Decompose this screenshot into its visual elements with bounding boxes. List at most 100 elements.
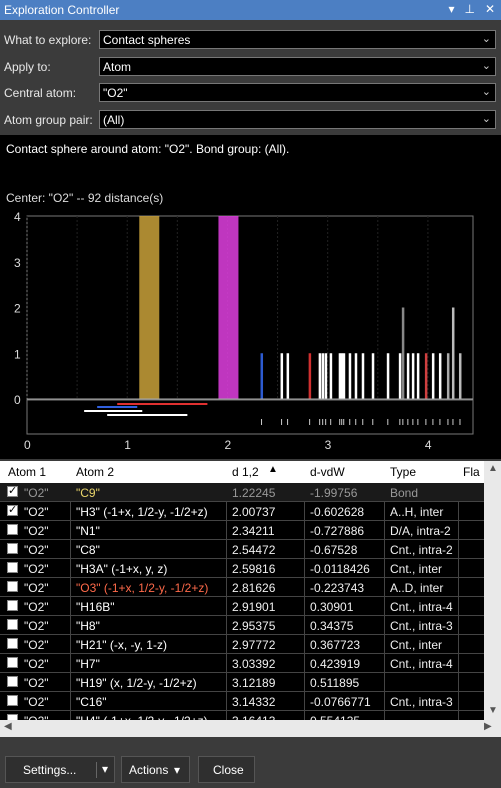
- col-flags[interactable]: Fla: [463, 465, 480, 479]
- distance-cell: 1.22245: [232, 486, 276, 500]
- histogram-bar: [329, 353, 333, 399]
- menu-dropdown-icon[interactable]: ▾: [448, 2, 454, 16]
- atom2-cell: "C8": [76, 543, 100, 557]
- table-row[interactable]: "O2" "N1" 2.34211 -0.727886 D/A, intra-2: [0, 521, 484, 540]
- plot-area: [26, 215, 474, 400]
- row-checkbox[interactable]: [7, 657, 18, 668]
- type-cell: A..H, inter: [390, 505, 444, 519]
- dvdw-cell: -0.0766771: [310, 695, 371, 709]
- what-select[interactable]: Contact spheres ⌄: [99, 30, 496, 49]
- table-row[interactable]: "O2""H4" (-1+x, 1/2-y, -1/2+z)3.164130.5…: [0, 711, 484, 720]
- range-strip: [26, 399, 474, 435]
- type-cell: Cnt., intra-4: [390, 657, 453, 671]
- table-row[interactable]: "O2" "H16B" 2.91901 0.30901 Cnt., intra-4: [0, 597, 484, 616]
- central-row: Central atom: "O2" ⌄: [0, 82, 501, 104]
- table-row[interactable]: "O2" "H3" (-1+x, 1/2-y, -1/2+z) 2.00737 -0.…: [0, 502, 484, 521]
- type-cell: Cnt., inter: [390, 562, 443, 576]
- settings-button[interactable]: Settings... ▾: [5, 756, 115, 783]
- atom2-cell: "H8": [76, 619, 100, 633]
- col-type[interactable]: Type: [390, 465, 416, 479]
- histogram-bar: [260, 353, 264, 399]
- table-row[interactable]: "O2" "C9" 1.22245 -1.99756 Bond: [0, 483, 484, 502]
- atom1-cell: "O2": [24, 524, 49, 538]
- dvdw-cell: 0.34375: [310, 619, 354, 633]
- atom2-cell: "H19" (x, 1/2-y, -1/2+z): [76, 676, 197, 690]
- distance-cell: 2.00737: [232, 505, 276, 519]
- row-checkbox[interactable]: [7, 581, 18, 592]
- row-checkbox[interactable]: [7, 676, 18, 687]
- apply-value: Atom: [103, 60, 132, 74]
- table-row[interactable]: "O2" "H19" (x, 1/2-y, -1/2+z) 3.12189 0.511…: [0, 673, 484, 692]
- settings-label: Settings...: [23, 763, 77, 777]
- row-checkbox[interactable]: [7, 562, 18, 573]
- row-checkbox[interactable]: [7, 600, 18, 611]
- x-tick-label: 2: [224, 438, 231, 452]
- actions-button[interactable]: Actions ▾: [121, 756, 190, 783]
- histogram-bar: [286, 353, 290, 399]
- row-checkbox[interactable]: [7, 638, 18, 649]
- col-d12[interactable]: d 1,2: [232, 465, 259, 479]
- col-atom1[interactable]: Atom 1: [8, 465, 46, 479]
- dvdw-cell: 0.423919: [310, 657, 361, 671]
- atom2-cell: "H3" (-1+x, 1/2-y, -1/2+z): [76, 505, 208, 519]
- table-row[interactable]: "O2" "O3" (-1+x, 1/2-y, -1/2+z) 2.81626 -0.…: [0, 578, 484, 597]
- dvdw-cell: -0.0118426: [310, 562, 370, 576]
- histogram-bar: [438, 353, 442, 399]
- row-checkbox[interactable]: [7, 503, 18, 516]
- row-checkbox[interactable]: [7, 543, 18, 554]
- group-row: Atom group pair: (All) ⌄: [0, 109, 501, 131]
- table-row[interactable]: "O2" "H7" 3.03392 0.423919 Cnt., intra-4: [0, 654, 484, 673]
- central-atom-select[interactable]: "O2" ⌄: [99, 83, 496, 102]
- row-checkbox[interactable]: [7, 484, 18, 497]
- type-cell: Cnt., inter: [390, 638, 443, 652]
- atom1-cell: "O2": [24, 638, 49, 652]
- row-checkbox[interactable]: [7, 619, 18, 630]
- table-row[interactable]: "O2" "H3A" (-1+x, y, z) 2.59816 -0.0118426 C…: [0, 559, 484, 578]
- apply-label: Apply to:: [4, 60, 51, 74]
- window-title: Exploration Controller: [4, 3, 120, 17]
- title-bar: Exploration Controller ▾ ⊥ ✕: [0, 0, 501, 20]
- atom1-cell: "O2": [24, 695, 49, 709]
- distance-cell: 3.03392: [232, 657, 276, 671]
- atom1-cell: "O2": [24, 581, 49, 595]
- histogram-bar: [361, 353, 365, 399]
- info-message: Contact sphere around atom: "O2". Bond g…: [6, 142, 290, 156]
- dvdw-cell: 0.30901: [310, 600, 354, 614]
- col-dvdw[interactable]: d-vdW: [310, 465, 345, 479]
- apply-select[interactable]: Atom ⌄: [99, 57, 496, 76]
- contact-histogram[interactable]: 0 1 2 3 4 0 1 2 3 4: [0, 205, 501, 459]
- atom2-cell: "H21" (-x, -y, 1-z): [76, 638, 167, 652]
- dvdw-cell: -1.99756: [310, 486, 358, 500]
- group-select[interactable]: (All) ⌄: [99, 110, 496, 129]
- type-cell: Cnt., intra-4: [390, 600, 453, 614]
- type-cell: Cnt., intra-3: [390, 619, 453, 633]
- row-checkbox[interactable]: [7, 695, 18, 706]
- chevron-down-icon: ⌄: [481, 113, 491, 125]
- col-atom2[interactable]: Atom 2: [76, 465, 114, 479]
- central-value: "O2": [103, 86, 128, 100]
- atom1-cell: "O2": [24, 619, 49, 633]
- pin-icon[interactable]: ⊥: [464, 2, 474, 16]
- close-button[interactable]: Close: [198, 756, 255, 783]
- y-tick-label: 3: [14, 256, 21, 270]
- histogram-bar: [401, 307, 405, 399]
- type-cell: Cnt., intra-2: [390, 543, 453, 557]
- dvdw-cell: -0.727886: [310, 524, 365, 538]
- atom1-cell: "O2": [24, 562, 49, 576]
- table-row[interactable]: "O2" "H8" 2.95375 0.34375 Cnt., intra-3: [0, 616, 484, 635]
- table-row[interactable]: "O2" "C8" 2.54472 -0.67528 Cnt., intra-2: [0, 540, 484, 559]
- atom1-cell: "O2": [24, 676, 49, 690]
- table-row[interactable]: "O2" "H21" (-x, -y, 1-z) 2.97772 0.367723 Cn…: [0, 635, 484, 654]
- chevron-down-icon: ⌄: [481, 33, 491, 45]
- histogram-bar: [371, 353, 375, 399]
- row-checkbox[interactable]: [7, 524, 18, 535]
- horizontal-scrollbar[interactable]: ◀ ▶: [0, 720, 501, 737]
- caret-down-icon[interactable]: ▾: [96, 762, 108, 778]
- table-row[interactable]: "O2" "C16" 3.14332 -0.0766771 Cnt., intra-3: [0, 692, 484, 711]
- histogram-bar: [324, 353, 328, 399]
- atom2-cell: "H3A" (-1+x, y, z): [76, 562, 168, 576]
- vertical-scrollbar[interactable]: ▲ ▼: [484, 461, 501, 720]
- center-label: Center: "O2" -- 92 distance(s): [6, 191, 164, 205]
- close-icon[interactable]: ✕: [485, 2, 495, 16]
- distance-cell: 2.97772: [232, 638, 276, 652]
